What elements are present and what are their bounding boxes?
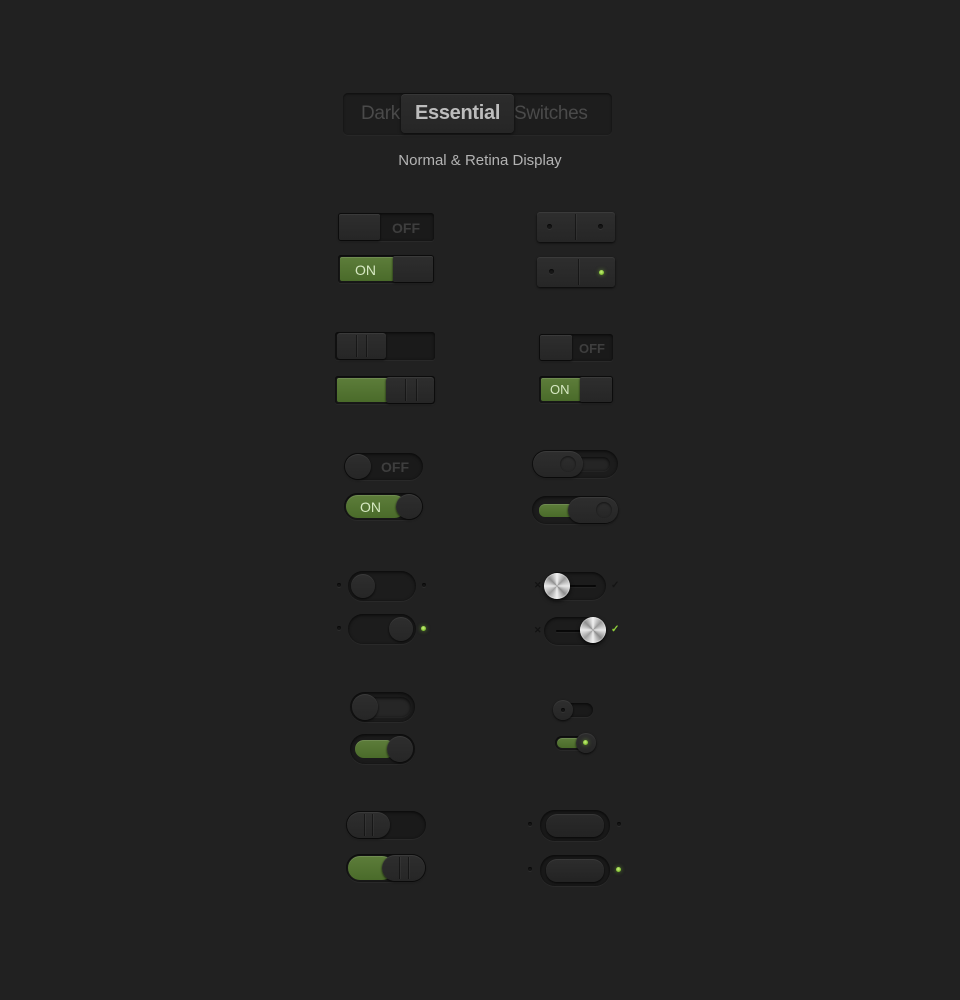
grip-line — [405, 379, 406, 401]
switch-knob[interactable] — [386, 377, 434, 403]
switch-knob[interactable] — [352, 694, 378, 720]
switch-knob[interactable] — [339, 214, 380, 240]
x-icon: ✕ — [534, 625, 542, 635]
indicator-dot — [549, 269, 554, 274]
check-icon-lit: ✓ — [611, 624, 620, 635]
switch-rocker[interactable] — [546, 814, 604, 837]
switch-divider — [575, 214, 576, 240]
off-label: OFF — [579, 341, 605, 356]
indicator-dot-lit — [616, 867, 621, 872]
indicator-dot — [528, 867, 532, 871]
switch-knob[interactable] — [382, 855, 425, 881]
switch-knob[interactable] — [393, 256, 433, 282]
switch-knob[interactable] — [347, 812, 390, 838]
knob-center-lit — [583, 740, 588, 745]
off-label: OFF — [381, 459, 409, 475]
switch-knob[interactable] — [345, 454, 371, 479]
title-word-dark: Dark — [361, 103, 400, 124]
switch-divider — [578, 259, 579, 285]
indicator-dot — [598, 224, 603, 229]
title-word-essential: Essential — [415, 102, 501, 124]
on-label: ON — [550, 382, 570, 397]
grip-line — [356, 335, 357, 357]
grip-line — [364, 814, 365, 836]
subtitle: Normal & Retina Display — [398, 152, 562, 169]
on-label: ON — [355, 262, 376, 278]
switch-knob[interactable] — [387, 736, 413, 762]
grip-line — [408, 857, 409, 879]
switch-knob[interactable] — [337, 333, 386, 359]
knob-dimple — [596, 502, 612, 518]
switch-knob[interactable] — [389, 617, 413, 641]
knob-dimple — [560, 456, 576, 472]
grip-line — [372, 814, 373, 836]
on-label: ON — [360, 499, 381, 515]
grip-line — [399, 857, 400, 879]
metal-knob[interactable] — [544, 573, 570, 599]
indicator-dot — [528, 822, 532, 826]
grip-line — [416, 379, 417, 401]
switch-knob[interactable] — [540, 335, 572, 360]
grip-line — [366, 335, 367, 357]
metal-knob[interactable] — [580, 617, 606, 643]
check-icon: ✓ — [611, 580, 620, 591]
knob-center — [561, 708, 565, 712]
title-word-switches: Switches — [514, 103, 588, 124]
off-label: OFF — [392, 220, 420, 236]
switch-knob[interactable] — [580, 377, 612, 402]
x-icon: ✕ — [534, 580, 542, 590]
indicator-dot — [337, 626, 341, 630]
indicator-dot — [337, 583, 341, 587]
indicator-dot — [547, 224, 552, 229]
indicator-dot — [422, 583, 426, 587]
switch-fill — [337, 378, 389, 402]
switch-rocker[interactable] — [546, 859, 604, 882]
indicator-dot-lit — [421, 626, 426, 631]
indicator-dot — [617, 822, 621, 826]
indicator-dot-lit — [599, 270, 604, 275]
switch-knob[interactable] — [396, 494, 422, 519]
switch-knob[interactable] — [351, 574, 375, 598]
